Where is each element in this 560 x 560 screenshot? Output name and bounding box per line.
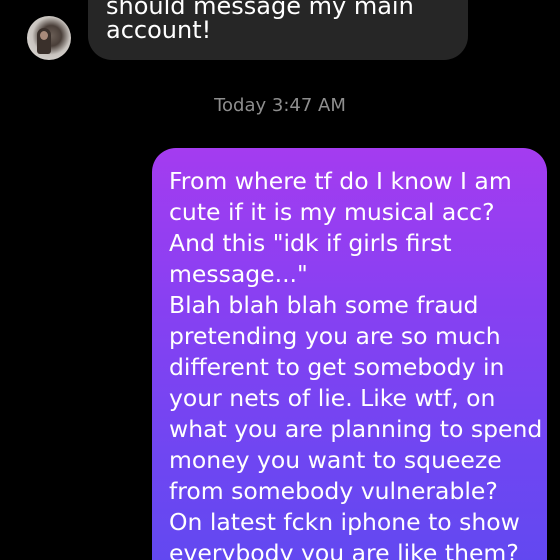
- outgoing-message-line: everybody you are like them?: [169, 539, 519, 560]
- outgoing-message-line: from somebody vulnerable?: [169, 477, 498, 505]
- outgoing-message-line: And this "idk if girls first: [169, 229, 452, 257]
- incoming-message-bubble[interactable]: should message my main account!: [88, 0, 468, 60]
- outgoing-message-line: message...": [169, 260, 308, 288]
- avatar-face: [40, 31, 48, 40]
- outgoing-message-line: your nets of lie. Like wtf, on: [169, 384, 496, 412]
- outgoing-message-line: cute if it is my musical acc?: [169, 198, 495, 226]
- outgoing-message-line: Blah blah blah some fraud: [169, 291, 479, 319]
- outgoing-message-line: different to get somebody in: [169, 353, 505, 381]
- sender-avatar[interactable]: [27, 16, 71, 60]
- message-timestamp: Today 3:47 AM: [214, 95, 346, 116]
- outgoing-message-line: what you are planning to spend: [169, 415, 543, 443]
- outgoing-message-bubble[interactable]: From where tf do I know I am cute if it …: [152, 148, 547, 560]
- outgoing-message-line: money you want to squeeze: [169, 446, 502, 474]
- outgoing-message-line: On latest fckn iphone to show: [169, 508, 520, 536]
- incoming-message-line: account!: [106, 16, 212, 44]
- outgoing-message-line: pretending you are so much: [169, 322, 501, 350]
- outgoing-message-line: From where tf do I know I am: [169, 167, 512, 195]
